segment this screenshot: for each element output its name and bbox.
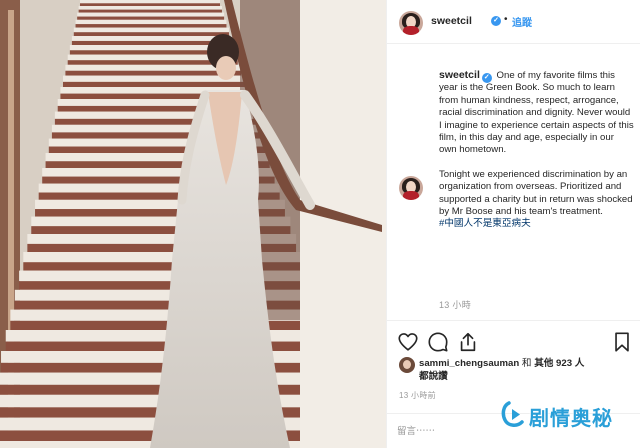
bookmark-icon[interactable] [611,331,633,353]
header-separator: • [504,14,508,25]
post-caption: sweetcil ✓ One of my favorite films this … [439,69,634,231]
watermark-text: 剧情奥秘 [529,408,613,430]
header-username[interactable]: sweetcil [431,15,472,27]
caption-avatar[interactable] [399,176,423,200]
post-photo[interactable] [0,0,386,448]
likes-connector: 和 [519,358,535,369]
photo-illustration [0,0,386,448]
watermark-logo-icon [501,401,524,427]
likes-summary: sammi_chengsauman 和 其他 923 人 都說讚 [419,358,639,383]
profile-avatar[interactable] [399,11,423,35]
caption-paragraph-2: Tonight we experienced discrimination by… [439,169,634,231]
caption-text-2: Tonight we experienced discrimination by… [439,168,633,218]
post-panel: sweetcil ✓ • 追蹤 sweetcil ✓ One of my favo… [386,0,640,448]
caption-paragraph-1: sweetcil ✓ One of my favorite films this … [439,69,634,157]
likes-others-link[interactable]: 其他 923 人 [534,358,584,369]
action-bar [387,320,640,360]
verified-badge-icon: ✓ [481,73,492,83]
hashtag-link[interactable]: #中國人不是東亞病夫 [439,218,531,229]
verified-badge-icon: ✓ [491,16,501,26]
heart-icon[interactable] [397,331,419,353]
comment-icon[interactable] [427,331,449,353]
watermark: 剧情奥秘 [499,398,639,432]
likes-suffix: 都說讚 [419,370,448,382]
liker-avatar[interactable] [399,357,415,373]
follow-button[interactable]: 追蹤 [512,14,532,29]
caption-username[interactable]: sweetcil [439,69,480,81]
post-timestamp: 13 小時前 [399,391,436,400]
share-icon[interactable] [457,331,479,353]
caption-timestamp: 13 小時 [439,300,472,310]
caption-text-1: One of my favorite films this year is th… [439,70,634,156]
liker-username[interactable]: sammi_chengsauman [419,358,519,369]
post-header: sweetcil ✓ • 追蹤 [387,0,640,44]
